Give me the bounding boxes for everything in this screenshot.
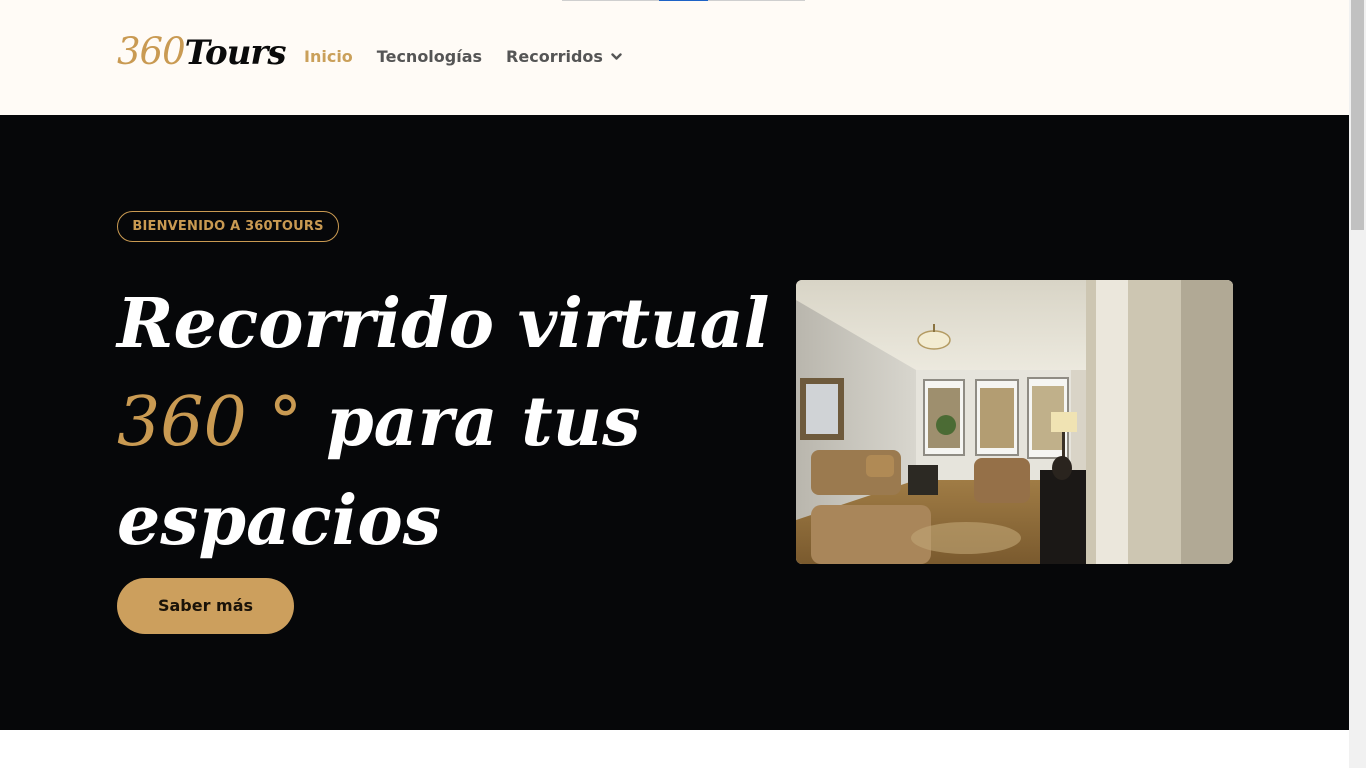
page-loading-bar (562, 0, 805, 1)
page-loading-indicator (659, 0, 708, 1)
headline-line-3: espacios (117, 481, 442, 561)
headline-line-2: 360 ° para tus (117, 373, 737, 472)
site-logo[interactable]: 360Tours (117, 30, 287, 74)
headline-line-2-rest: para tus (302, 382, 641, 462)
headline-line-1: Recorrido virtual (117, 284, 770, 364)
living-room-illustration (796, 280, 1233, 564)
scrollbar-thumb[interactable] (1351, 0, 1364, 230)
learn-more-button[interactable]: Saber más (117, 578, 294, 634)
hero-section: BIENVENIDO A 360TOURS Recorrido virtual … (0, 115, 1349, 730)
living-room-photo (796, 280, 1233, 564)
main-nav: Inicio Tecnologías Recorridos (304, 46, 646, 68)
logo-word: Tours (184, 33, 287, 73)
nav-item-recorridos[interactable]: Recorridos (506, 46, 622, 68)
page-scrollbar[interactable] (1349, 0, 1366, 768)
hero-headline: Recorrido virtual 360 ° para tus espacio… (117, 275, 770, 570)
nav-item-tecnologias[interactable]: Tecnologías (377, 46, 482, 68)
welcome-badge: BIENVENIDO A 360TOURS (117, 211, 339, 242)
logo-number: 360 (117, 30, 186, 73)
site-header: 360Tours Inicio Tecnologías Recorridos (0, 0, 1349, 115)
page: 360Tours Inicio Tecnologías Recorridos B… (0, 0, 1366, 768)
chevron-down-icon (611, 53, 622, 61)
next-section (0, 730, 1349, 768)
nav-item-inicio[interactable]: Inicio (304, 46, 353, 68)
headline-accent: 360 ° (117, 383, 303, 462)
nav-item-recorridos-label: Recorridos (506, 47, 603, 66)
